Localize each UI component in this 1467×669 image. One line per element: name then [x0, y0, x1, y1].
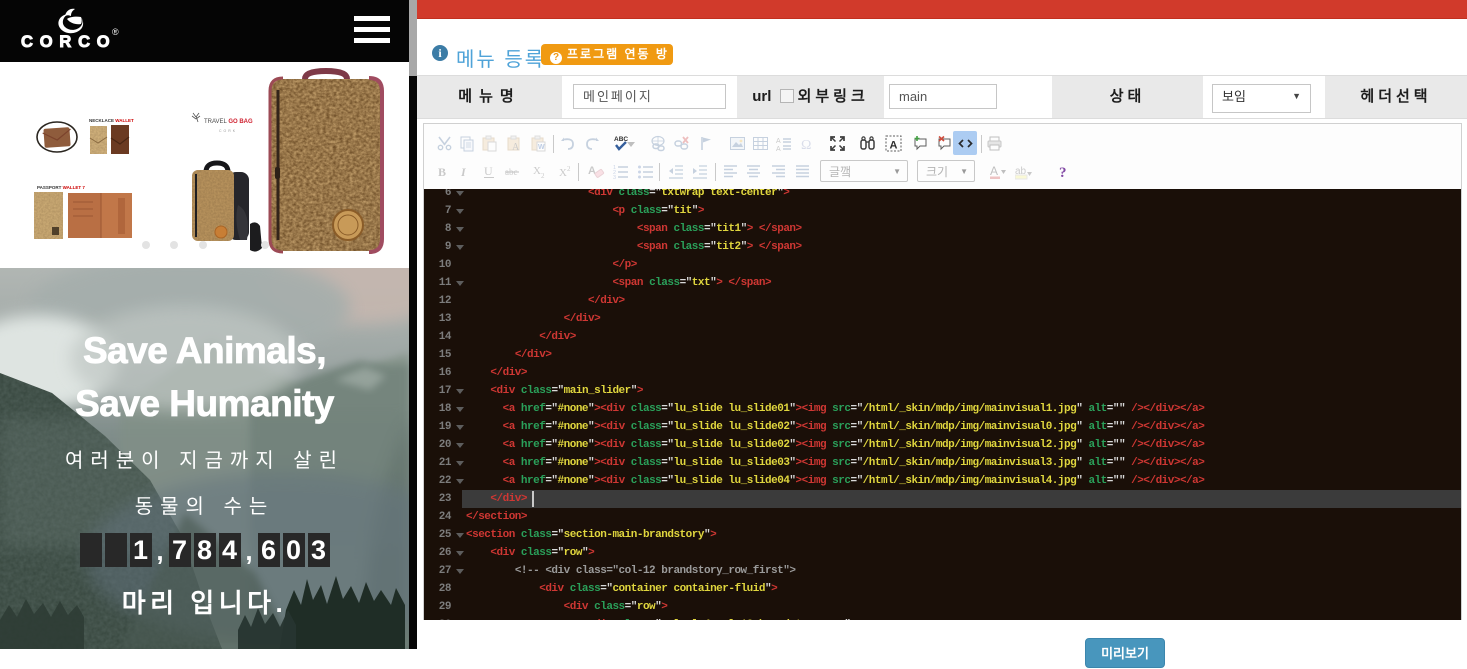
svg-text:X: X: [533, 165, 541, 177]
svg-text:A: A: [512, 142, 520, 152]
svg-text:?: ?: [1059, 165, 1067, 180]
svg-text:A: A: [776, 138, 781, 145]
svg-text:B: B: [438, 165, 446, 179]
svg-text:2: 2: [541, 172, 545, 180]
svg-text:W: W: [538, 144, 545, 151]
svg-text:U: U: [484, 164, 493, 178]
svg-text:2: 2: [567, 165, 571, 173]
svg-text:X: X: [559, 167, 567, 179]
svg-text:A: A: [890, 140, 898, 152]
svg-text:3: 3: [613, 175, 616, 180]
svg-text:A: A: [776, 146, 781, 152]
svg-text:Ω: Ω: [801, 138, 811, 152]
svg-text:CORK: CORK: [219, 129, 237, 133]
svg-text:I: I: [460, 165, 467, 179]
svg-text:PASSPORT WALLET 7: PASSPORT WALLET 7: [37, 185, 85, 190]
svg-text:A: A: [588, 165, 596, 177]
svg-text:TRAVEL GO BAG: TRAVEL GO BAG: [204, 119, 253, 125]
svg-text:A: A: [990, 164, 998, 178]
svg-text:NECKLACE WALLET: NECKLACE WALLET: [89, 118, 134, 123]
